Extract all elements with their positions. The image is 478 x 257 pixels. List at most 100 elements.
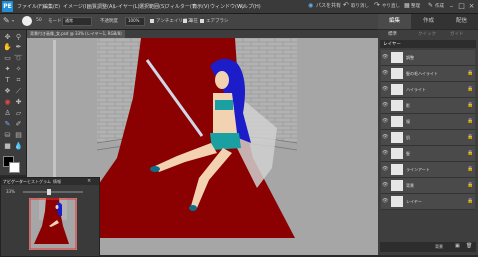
antialias-checkbox[interactable] <box>150 19 154 23</box>
zoom-value[interactable]: 33% <box>6 189 15 194</box>
subtab-guided[interactable]: ガイド <box>450 31 464 37</box>
eye-icon[interactable]: 👁 <box>382 70 388 76</box>
eye-icon[interactable]: 👁 <box>382 198 388 204</box>
layer-row[interactable]: 👁 調整 <box>381 50 475 66</box>
eye-icon[interactable]: 👁 <box>382 182 388 188</box>
menu-file[interactable]: ファイル(F) <box>17 3 44 10</box>
menu-edit[interactable]: 編集(E) <box>43 3 60 10</box>
layer-thumbnail <box>391 164 403 175</box>
close-icon[interactable]: × <box>467 2 476 10</box>
close-icon[interactable]: × <box>87 178 91 184</box>
zoom-slider[interactable] <box>23 191 83 193</box>
undo-icon[interactable]: ↶ <box>343 1 349 9</box>
opacity-input[interactable]: 100% <box>125 17 145 26</box>
zoom-tool-icon[interactable]: ⚲ <box>14 33 23 42</box>
eye-icon[interactable]: 👁 <box>382 86 388 92</box>
eye-icon[interactable]: 👁 <box>382 102 388 108</box>
layer-name: ラインアート <box>406 167 430 172</box>
airbrush-checkbox[interactable] <box>200 19 204 23</box>
redo-icon[interactable]: ↷ <box>374 1 380 9</box>
menu-image[interactable]: イメージ(I) <box>63 3 88 10</box>
paint-bucket-tool-icon[interactable]: ⛁ <box>3 131 12 140</box>
document-tab[interactable]: 背景付き画像_女.psd @ 33% (レイヤー1, RGB/8) <box>27 30 125 38</box>
navigator-preview[interactable] <box>29 198 77 250</box>
brush-preset-swatch[interactable] <box>22 16 32 26</box>
tab-info[interactable]: 情報 <box>53 179 61 185</box>
layer-row[interactable]: 👁 服 🔒 <box>381 114 475 130</box>
layer-name: 肌 <box>406 135 410 140</box>
maximize-icon[interactable]: □ <box>457 2 466 10</box>
layer-row[interactable]: 👁 背景 🔒 <box>381 178 475 194</box>
chevron-down-icon[interactable]: ▾ <box>12 18 14 23</box>
mode-select[interactable]: 通常 <box>62 17 92 26</box>
subtab-quick[interactable]: クイック <box>418 31 436 37</box>
lasso-tool-icon[interactable]: ➰ <box>14 54 23 63</box>
zoom-slider-handle[interactable] <box>47 189 51 195</box>
tab-create[interactable]: 作成 <box>412 14 445 29</box>
lock-icon: 🔒 <box>467 166 474 172</box>
undo-button[interactable]: 取り消し <box>351 3 369 9</box>
redo-button[interactable]: やり直し <box>382 3 400 9</box>
layer-row[interactable]: 👁 影 🔒 <box>381 98 475 114</box>
hand-tool-icon[interactable]: ✋ <box>3 43 12 52</box>
shape-tool-icon[interactable]: ■ <box>3 142 12 151</box>
layer-row[interactable]: 👁 髪の毛ハイライト 🔒 <box>381 66 475 82</box>
layer-thumbnail <box>391 52 403 63</box>
lock-icon: 🔒 <box>467 118 474 124</box>
move-tool-icon[interactable]: ✥ <box>3 33 12 42</box>
gradient-tool-icon[interactable]: ▤ <box>14 131 23 140</box>
panel-tabs: 編集 作成 配信 <box>378 14 478 29</box>
layer-name: 髪の毛ハイライト <box>406 71 438 76</box>
layer-name: 背景 <box>406 183 414 188</box>
tab-share[interactable]: 配信 <box>445 14 478 29</box>
eye-icon[interactable]: 👁 <box>382 54 388 60</box>
straighten-tool-icon[interactable]: ⟋ <box>14 87 23 96</box>
eraser-tool-icon[interactable]: ▱ <box>14 109 23 118</box>
healing-tool-icon[interactable]: ✚ <box>14 98 23 107</box>
layer-row[interactable]: 👁 肌 🔒 <box>381 130 475 146</box>
brush-tool-icon[interactable]: ✎ <box>3 120 12 129</box>
tab-edit[interactable]: 編集 <box>378 14 411 29</box>
menu-select[interactable]: 選択範囲(S) <box>139 3 166 10</box>
eyedropper-tool-icon[interactable]: ✒ <box>14 43 23 52</box>
magic-wand-tool-icon[interactable]: ✦ <box>3 65 12 74</box>
menu-enhance[interactable]: 画質調整(A) <box>87 3 114 10</box>
organize-icon: ▦ <box>404 2 410 9</box>
eye-icon[interactable]: 👁 <box>382 118 388 124</box>
character-face <box>215 71 229 89</box>
new-layer-icon[interactable]: ▣ <box>455 243 460 249</box>
menu-view[interactable]: 表示(V) <box>192 3 209 10</box>
organize-button[interactable]: 整理 <box>411 3 420 9</box>
cookie-cutter-tool-icon[interactable]: ❖ <box>3 87 12 96</box>
eye-icon[interactable]: 👁 <box>382 134 388 140</box>
pressure-checkbox[interactable] <box>183 19 187 23</box>
quick-select-tool-icon[interactable]: ✧ <box>14 65 23 74</box>
create-button[interactable]: 作成 <box>435 3 444 9</box>
share-button[interactable]: パスを共有 <box>316 2 341 9</box>
minimize-icon[interactable]: – <box>447 2 456 10</box>
eye-icon[interactable]: 👁 <box>382 150 388 156</box>
brush-icon[interactable]: ✎ <box>3 16 10 25</box>
red-eye-tool-icon[interactable]: ◉ <box>3 98 12 107</box>
tab-histogram[interactable]: ヒストグラム <box>27 179 51 185</box>
brush-size-value[interactable]: 50 <box>36 18 42 23</box>
background-color-swatch[interactable] <box>9 162 20 173</box>
tab-navigator[interactable]: ナビゲーター <box>3 179 27 185</box>
type-tool-icon[interactable]: T <box>3 76 12 85</box>
smart-brush-tool-icon[interactable]: ✐ <box>14 120 23 129</box>
layer-row[interactable]: 👁 髪 🔒 <box>381 146 475 162</box>
crop-tool-icon[interactable]: ⌗ <box>14 76 23 85</box>
marquee-tool-icon[interactable]: ▭ <box>3 54 12 63</box>
layer-row[interactable]: 👁 ラインアート 🔒 <box>381 162 475 178</box>
eye-icon[interactable]: 👁 <box>382 166 388 172</box>
menu-layer[interactable]: レイヤー(L) <box>113 3 140 10</box>
layer-row[interactable]: 👁 レイヤー 🔒 <box>381 194 475 210</box>
subtab-full[interactable]: 標準 <box>388 31 397 37</box>
layer-name: レイヤー <box>406 199 422 204</box>
menu-help[interactable]: ヘルプ(H) <box>238 3 261 10</box>
blur-tool-icon[interactable]: 💧 <box>14 142 23 151</box>
layer-row[interactable]: 👁 ハイライト 🔒 <box>381 82 475 98</box>
layer-thumbnail <box>391 84 403 95</box>
trash-icon[interactable]: 🗑 <box>466 243 472 249</box>
clone-stamp-tool-icon[interactable]: ♙ <box>3 109 12 118</box>
